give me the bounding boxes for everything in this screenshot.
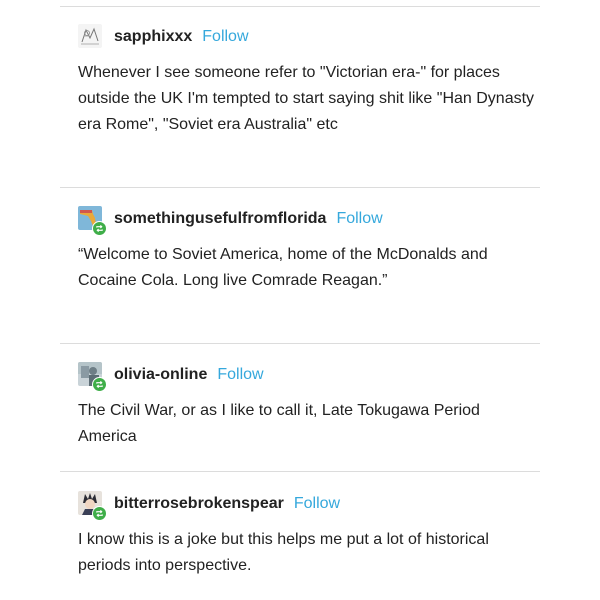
post-text: Whenever I see someone refer to "Victori…: [78, 64, 535, 133]
post: sapphixxx Follow Whenever I see someone …: [78, 24, 540, 138]
post-text: I know this is a joke but this helps me …: [78, 531, 489, 574]
divider: [60, 471, 540, 472]
username[interactable]: olivia-online: [114, 366, 207, 384]
username[interactable]: bitterrosebrokenspear: [114, 495, 284, 513]
sketch-avatar-icon: [78, 24, 102, 48]
follow-button[interactable]: Follow: [217, 366, 263, 384]
post-header: sapphixxx Follow: [78, 24, 540, 50]
post: somethingusefulfromflorida Follow “Welco…: [78, 206, 540, 294]
post-header: bitterrosebrokenspear Follow: [78, 491, 540, 521]
follow-button[interactable]: Follow: [336, 210, 382, 228]
username[interactable]: sapphixxx: [114, 28, 192, 46]
post-text: The Civil War, or as I like to call it, …: [78, 402, 480, 445]
avatar[interactable]: [78, 24, 104, 50]
avatar[interactable]: [78, 206, 107, 236]
post-text: “Welcome to Soviet America, home of the …: [78, 246, 488, 289]
reblog-icon: [92, 506, 107, 521]
follow-button[interactable]: Follow: [202, 28, 248, 46]
post: bitterrosebrokenspear Follow I know this…: [78, 491, 540, 579]
divider: [60, 187, 540, 188]
username[interactable]: somethingusefulfromflorida: [114, 210, 326, 228]
divider: [60, 343, 540, 344]
avatar[interactable]: [78, 491, 107, 521]
reblog-icon: [92, 221, 107, 236]
post-header: somethingusefulfromflorida Follow: [78, 206, 540, 236]
divider: [60, 6, 540, 7]
follow-button[interactable]: Follow: [294, 495, 340, 513]
avatar[interactable]: [78, 362, 107, 392]
post-header: olivia-online Follow: [78, 362, 540, 392]
reblog-icon: [92, 377, 107, 392]
post: olivia-online Follow The Civil War, or a…: [78, 362, 540, 450]
